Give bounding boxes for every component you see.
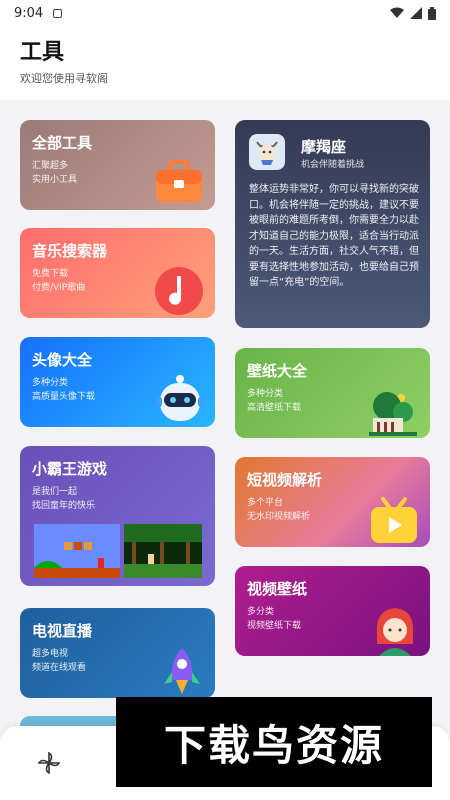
- card-game[interactable]: 小霸王游戏 是我们一起 找回童年的快乐: [20, 446, 215, 586]
- card-title: 全部工具: [32, 134, 93, 152]
- card-subtitle: 实用小工具: [32, 175, 78, 185]
- card-video-wallpaper[interactable]: 视频壁纸 多分类 视频壁纸下载: [235, 566, 430, 656]
- wifi-icon: [390, 7, 404, 18]
- battery-icon: [428, 6, 436, 20]
- card-subtitle: 是我们一起: [32, 487, 78, 497]
- card-horoscope[interactable]: 摩羯座 机会伴随着挑战 整体运势非常好，你可以寻找新的突破口。机会将伴随一定的挑…: [235, 120, 430, 328]
- card-subtitle: 超多电视: [32, 649, 69, 659]
- card-subtitle: 高清壁纸下载: [247, 403, 302, 413]
- pinwheel-icon[interactable]: [38, 752, 60, 774]
- card-subtitle: 多分类: [247, 607, 275, 617]
- card-subtitle: 付费/VIP歌曲: [32, 283, 86, 293]
- signal-icon: [410, 7, 422, 19]
- status-time: 9:04: [14, 5, 44, 21]
- card-title: 电视直播: [32, 622, 93, 640]
- card-title: 壁纸大全: [247, 362, 308, 380]
- card-all-tools[interactable]: 全部工具 汇聚超多 实用小工具: [20, 120, 215, 210]
- jungle-game-screen-image: [124, 524, 202, 578]
- card-music-search[interactable]: 音乐搜索器 免费下载 付费/VIP歌曲: [20, 228, 215, 318]
- toolbox-icon: [156, 160, 202, 202]
- card-subtitle: 找回童年的快乐: [32, 501, 96, 511]
- watermark-banner: 下载鸟资源: [116, 697, 432, 787]
- mario-screen-image: [34, 524, 120, 578]
- card-subtitle: 免费下载: [32, 269, 69, 279]
- card-avatar[interactable]: 头像大全 多种分类 高质量头像下载: [20, 337, 215, 427]
- robot-icon: [156, 375, 204, 421]
- card-subtitle: 频道在线观看: [32, 663, 87, 673]
- card-subtitle: 多种分类: [32, 378, 69, 388]
- card-tv-live[interactable]: 电视直播 超多电视 频道在线观看: [20, 608, 215, 698]
- card-subtitle: 视频壁纸下载: [247, 621, 302, 631]
- page-subtitle: 欢迎您使用寻软阁: [20, 72, 108, 85]
- card-subtitle: 高质量头像下载: [32, 392, 96, 402]
- page-title: 工具: [20, 40, 65, 65]
- card-title: 短视频解析: [247, 471, 323, 489]
- video-play-icon: [371, 497, 417, 543]
- tree-house-icon: [369, 392, 417, 436]
- card-title: 音乐搜索器: [32, 242, 108, 260]
- card-title: 视频壁纸: [247, 580, 308, 598]
- capricorn-avatar-icon: [249, 134, 285, 170]
- horoscope-text: 整体运势非常好，你可以寻找新的突破口。机会将伴随一定的挑战，建议不要被眼前的难题…: [249, 184, 419, 288]
- card-subtitle: 无水印视频解析: [247, 512, 311, 522]
- rocket-icon: [164, 648, 200, 694]
- card-wallpaper[interactable]: 壁纸大全 多种分类 高清壁纸下载: [235, 348, 430, 438]
- card-subtitle: 多个平台: [247, 498, 284, 508]
- card-title: 头像大全: [32, 351, 93, 369]
- card-video-parse[interactable]: 短视频解析 多个平台 无水印视频解析: [235, 457, 430, 547]
- horoscope-subtitle: 机会伴随着挑战: [301, 160, 365, 170]
- card-title: 小霸王游戏: [32, 460, 108, 478]
- girl-avatar-icon: [376, 608, 414, 656]
- card-subtitle: 多种分类: [247, 389, 284, 399]
- horoscope-title: 摩羯座: [301, 138, 347, 156]
- notification-icon: [53, 8, 63, 18]
- status-bar: 9:04: [0, 0, 450, 26]
- page-header: 工具 欢迎您使用寻软阁: [0, 26, 450, 100]
- music-note-icon: [155, 267, 203, 315]
- card-subtitle: 汇聚超多: [32, 161, 69, 171]
